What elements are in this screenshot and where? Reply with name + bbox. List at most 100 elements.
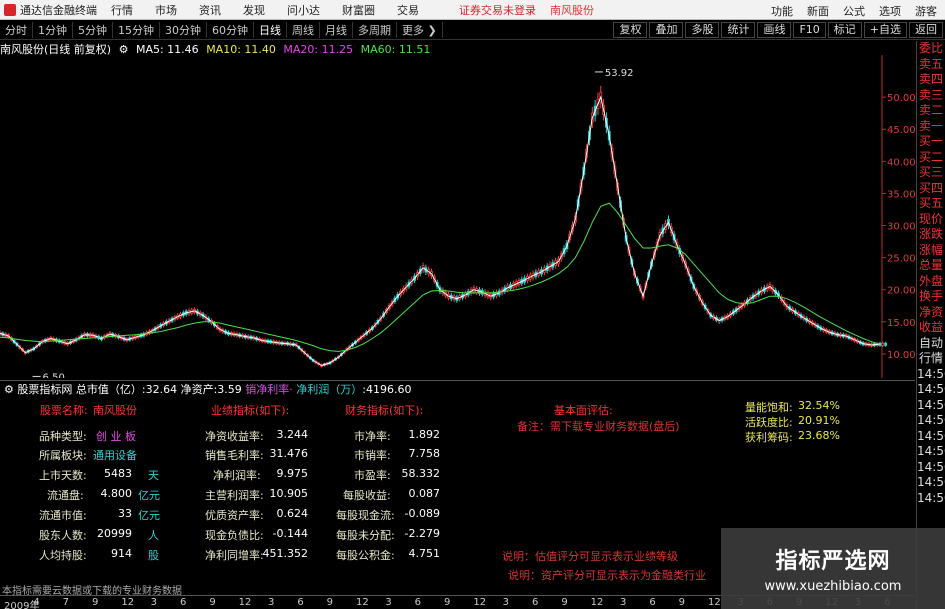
side-panel-item[interactable]: 换手 <box>917 289 945 305</box>
side-panel-item[interactable]: 14:50 <box>917 444 945 460</box>
menu-formula[interactable]: 公式 <box>843 3 865 19</box>
col1-value: 5483 <box>104 467 132 480</box>
price-annotation: 53.92 <box>605 68 634 79</box>
tool-multistock-button[interactable]: 多股 <box>685 22 720 38</box>
side-panel-item[interactable]: 收益 <box>917 320 945 336</box>
side-panel-item[interactable]: 总量 <box>917 258 945 274</box>
settings-icon[interactable]: ⚙ <box>4 383 14 396</box>
candle-body <box>881 342 885 346</box>
side-panel-item[interactable]: 买二 <box>917 150 945 166</box>
col1-unit: 股 <box>148 549 159 562</box>
side-panel-item[interactable]: 14:50 <box>917 398 945 414</box>
col1-label: 流通市值: <box>39 509 87 522</box>
side-panel-item[interactable]: 现价 <box>917 212 945 228</box>
side-panel-item[interactable]: 卖四 <box>917 72 945 88</box>
period-tab-weekly[interactable]: 周线 <box>287 22 320 38</box>
col1-label: 股东人数: <box>39 529 87 542</box>
tool-adjust-button[interactable]: 复权 <box>613 22 648 38</box>
menu-item-discover[interactable]: 发现 <box>243 2 265 18</box>
period-more-label: 更多 <box>402 24 424 37</box>
perf-label: 净利润率: <box>213 469 261 482</box>
fundamental-note: 备注：需下载专业财务数据(盘后) <box>517 420 680 433</box>
side-panel-item[interactable]: 涨幅 <box>917 243 945 259</box>
fin-value: -0.089 <box>404 507 440 520</box>
time-axis-label: 12 <box>238 597 252 608</box>
side-panel-item[interactable]: 行情 <box>917 351 945 367</box>
period-tab-60min[interactable]: 60分钟 <box>207 22 254 38</box>
fin-label: 每股公积金: <box>336 549 395 562</box>
side-panel-item[interactable]: 卖一 <box>917 119 945 135</box>
fin-value: 4.751 <box>408 547 441 560</box>
menu-options[interactable]: 选项 <box>879 3 901 19</box>
side-panel-item[interactable]: 涨跌 <box>917 227 945 243</box>
col1-unit: 人 <box>148 529 159 542</box>
menu-item-quotes[interactable]: 行情 <box>111 2 133 18</box>
y-tick-label: 25.00 <box>887 254 915 265</box>
menu-item-trade[interactable]: 交易 <box>397 2 419 18</box>
y-tick-label: 20.00 <box>887 286 915 297</box>
period-tab-1min[interactable]: 1分钟 <box>33 22 73 38</box>
side-panel-item[interactable]: 14:50 <box>917 475 945 491</box>
period-tab-monthly[interactable]: 月线 <box>320 22 353 38</box>
perf-label: 净利同增率: <box>205 549 264 562</box>
side-panel-item[interactable]: 14:50 <box>917 413 945 429</box>
y-tick-label: 50.00 <box>887 93 915 104</box>
perf-title: 业绩指标(如下): <box>211 404 290 417</box>
fundamental-title: 基本面评估: <box>554 404 613 417</box>
time-axis-label: 9 <box>209 597 216 608</box>
fin-value: -2.279 <box>404 527 440 540</box>
tool-overlay-button[interactable]: 叠加 <box>649 22 684 38</box>
tool-draw-button[interactable]: 画线 <box>757 22 792 38</box>
side-panel-item[interactable]: 买一 <box>917 134 945 150</box>
side-panel-item[interactable]: 买三 <box>917 165 945 181</box>
col1-value: 33 <box>118 507 132 520</box>
period-tab-intraday[interactable]: 分时 <box>0 22 33 38</box>
indicator-name[interactable]: 股票指标网 <box>17 383 72 396</box>
explain-line-2: 说明：资产评分可显示表示为金融类行业 <box>508 569 706 582</box>
perf-value: -0.144 <box>272 527 308 540</box>
col1-unit: 亿元 <box>138 509 160 522</box>
side-panel-item[interactable]: 自动 <box>917 336 945 352</box>
period-tab-15min[interactable]: 15分钟 <box>113 22 160 38</box>
y-tick-label: 35.00 <box>887 189 915 200</box>
tool-back-button[interactable]: 返回 <box>909 22 943 38</box>
period-tab-30min[interactable]: 30分钟 <box>160 22 207 38</box>
net-profit-label: 净利润（万） <box>296 383 363 396</box>
tool-mark-button[interactable]: 标记 <box>827 22 862 38</box>
chart-toolbar: 复权 叠加 多股 统计 画线 F10 标记 +自选 返回 <box>611 22 943 38</box>
menu-layout[interactable]: 新面 <box>807 3 829 19</box>
side-panel-item[interactable]: 卖三 <box>917 88 945 104</box>
period-tab-multi[interactable]: 多周期 <box>353 22 397 38</box>
menu-item-market[interactable]: 市场 <box>155 2 177 18</box>
tool-watchlist-button[interactable]: +自选 <box>863 22 907 38</box>
period-tab-5min[interactable]: 5分钟 <box>73 22 113 38</box>
y-tick-label: 15.00 <box>887 318 915 329</box>
period-tab-more[interactable]: 更多 ❯ <box>397 22 443 38</box>
menu-item-ask[interactable]: 问小达 <box>287 2 320 18</box>
side-panel-item[interactable]: 外盘 <box>917 274 945 290</box>
menu-item-news[interactable]: 资讯 <box>199 2 221 18</box>
side-panel-item[interactable]: 卖二 <box>917 103 945 119</box>
period-tab-daily[interactable]: 日线 <box>254 22 287 38</box>
side-panel-item[interactable]: 14:50 <box>917 429 945 445</box>
price-chart[interactable]: 50.00 45.00 40.00 35.00 30.00 25.00 20.00 15.00… <box>0 55 915 378</box>
col1-label: 上市天数: <box>39 469 87 482</box>
menu-item-wealth[interactable]: 财富圈 <box>342 2 375 18</box>
menu-function[interactable]: 功能 <box>771 3 793 19</box>
side-panel-item[interactable]: 买五 <box>917 196 945 212</box>
side-panel-item[interactable]: 委比 <box>917 41 945 57</box>
side-panel-item[interactable]: 卖五 <box>917 57 945 73</box>
tool-f10-button[interactable]: F10 <box>793 22 826 38</box>
time-axis-label: 6 <box>414 597 422 608</box>
side-panel-item[interactable]: 14:50 <box>917 460 945 476</box>
side-panel-item[interactable]: 净资 <box>917 305 945 321</box>
login-status[interactable]: 证券交易未登录 <box>459 2 536 18</box>
tool-stats-button[interactable]: 统计 <box>721 22 756 38</box>
side-panel-item[interactable]: 买四 <box>917 181 945 197</box>
side-panel-item[interactable]: 14:50 <box>917 491 945 507</box>
side-panel-item[interactable]: 14:50 <box>917 382 945 398</box>
fin-value: 58.332 <box>401 467 441 480</box>
menu-guest[interactable]: 游客 <box>915 3 937 19</box>
side-panel-item[interactable]: 14:50 <box>917 367 945 383</box>
net-asset-label: 净资产 <box>180 383 214 396</box>
